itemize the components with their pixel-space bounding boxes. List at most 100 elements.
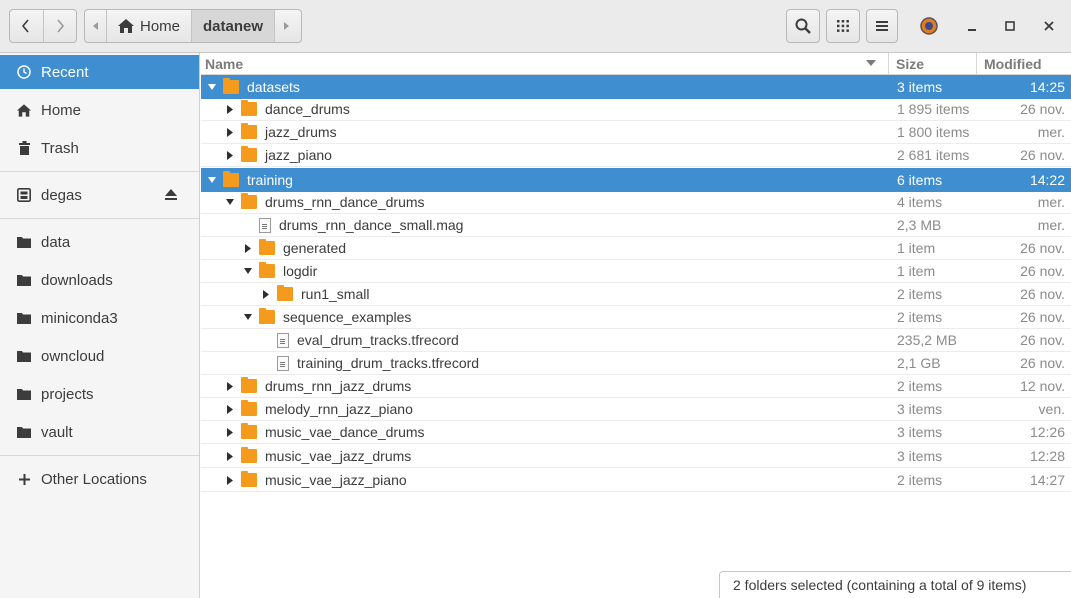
folder-row[interactable]: melody_rnn_jazz_piano 3 items ven. xyxy=(201,398,1071,421)
expand-arrow-icon[interactable] xyxy=(225,475,235,485)
maximize-icon xyxy=(1005,21,1015,31)
drive-icon xyxy=(17,188,31,202)
sidebar-item-data[interactable]: data xyxy=(0,225,199,259)
row-name-label: music_vae_jazz_drums xyxy=(265,448,412,464)
folder-row[interactable]: music_vae_dance_drums 3 items 12:26 xyxy=(201,421,1071,444)
sidebar-item-degas[interactable]: degas xyxy=(0,178,199,212)
eject-icon[interactable] xyxy=(165,187,177,204)
folder-row[interactable]: jazz_piano 2 681 items 26 nov. xyxy=(201,144,1071,167)
expand-arrow-icon[interactable] xyxy=(243,243,253,253)
maximize-button[interactable] xyxy=(998,14,1022,38)
view-grid-button[interactable] xyxy=(826,9,860,43)
sidebar-item-owncloud[interactable]: owncloud xyxy=(0,339,199,373)
row-name-label: run1_small xyxy=(301,286,370,302)
row-modified-cell: 26 nov. xyxy=(1020,286,1065,302)
folder-row[interactable]: music_vae_jazz_drums 3 items 12:28 xyxy=(201,445,1071,468)
folder-row[interactable]: logdir 1 item 26 nov. xyxy=(201,260,1071,283)
folder-icon xyxy=(223,77,239,94)
sidebar-item-home[interactable]: Home xyxy=(0,93,199,127)
sidebar-item-recent[interactable]: Recent xyxy=(0,55,199,89)
collapse-arrow-icon[interactable] xyxy=(243,314,253,320)
breadcrumb-datanew[interactable]: datanew xyxy=(191,10,275,42)
app-icon-button[interactable] xyxy=(917,14,941,38)
row-name-label: drums_rnn_jazz_drums xyxy=(265,378,412,394)
file-row[interactable]: training_drum_tracks.tfrecord 2,1 GB 26 no… xyxy=(201,352,1071,375)
path-scroll-right-button[interactable] xyxy=(274,10,296,42)
expand-arrow-icon[interactable] xyxy=(225,451,235,461)
minimize-button[interactable] xyxy=(960,14,984,38)
column-header: Name Size Modified xyxy=(201,53,1071,75)
row-size-cell: 3 items xyxy=(897,448,943,464)
forward-button[interactable] xyxy=(42,10,76,42)
collapse-arrow-icon[interactable] xyxy=(207,83,217,90)
plus-icon xyxy=(17,473,31,485)
expand-arrow-icon[interactable] xyxy=(225,150,235,160)
folder-icon xyxy=(241,193,257,209)
expand-arrow-icon[interactable] xyxy=(225,427,235,437)
row-name-cell: jazz_piano xyxy=(225,146,332,163)
folder-row[interactable]: drums_rnn_dance_drums 4 items mer. xyxy=(201,191,1071,214)
close-button[interactable] xyxy=(1037,14,1061,38)
file-row[interactable]: drums_rnn_dance_small.mag 2,3 MB mer. xyxy=(201,214,1071,237)
breadcrumb-home[interactable]: Home xyxy=(107,10,191,42)
sidebar-item-projects[interactable]: projects xyxy=(0,377,199,411)
breadcrumb-home-label: Home xyxy=(140,17,181,35)
row-modified-cell: 26 nov. xyxy=(1020,332,1065,348)
row-name-cell: music_vae_dance_drums xyxy=(225,423,425,440)
clock-icon xyxy=(17,65,31,79)
sidebar: Recent Home Trash degas data downloads m… xyxy=(0,53,200,598)
app-logo-icon xyxy=(920,17,938,35)
sidebar-item-miniconda3[interactable]: miniconda3 xyxy=(0,301,199,335)
sidebar-item-trash[interactable]: Trash xyxy=(0,131,199,165)
file-row[interactable]: eval_drum_tracks.tfrecord 235,2 MB 26 nov. xyxy=(201,329,1071,352)
row-name-cell: eval_drum_tracks.tfrecord xyxy=(261,332,459,348)
sidebar-item-other-locations[interactable]: Other Locations xyxy=(0,462,199,496)
back-button[interactable] xyxy=(10,10,43,42)
row-name-cell: run1_small xyxy=(261,285,370,302)
row-name-label: jazz_piano xyxy=(265,147,332,163)
collapse-arrow-icon[interactable] xyxy=(225,199,235,205)
folder-row[interactable]: training 6 items 14:22 xyxy=(201,168,1071,192)
sidebar-item-vault[interactable]: vault xyxy=(0,415,199,449)
folder-row[interactable]: sequence_examples 2 items 26 nov. xyxy=(201,306,1071,329)
sidebar-item-downloads[interactable]: downloads xyxy=(0,263,199,297)
expand-arrow-icon[interactable] xyxy=(225,104,235,114)
row-modified-cell: 14:25 xyxy=(1029,78,1065,95)
collapse-arrow-icon[interactable] xyxy=(207,176,217,183)
row-name-cell: music_vae_jazz_drums xyxy=(225,447,412,464)
column-header-name[interactable]: Name xyxy=(201,53,889,74)
column-header-modified[interactable]: Modified xyxy=(977,53,1071,74)
folder-row[interactable]: generated 1 item 26 nov. xyxy=(201,237,1071,260)
row-modified-cell: 26 nov. xyxy=(1020,263,1065,279)
expand-arrow-icon[interactable] xyxy=(261,289,271,299)
folder-icon xyxy=(241,100,257,116)
path-scroll-left-button[interactable] xyxy=(85,10,107,42)
folder-row[interactable]: jazz_drums 1 800 items mer. xyxy=(201,121,1071,144)
row-modified-cell: 12 nov. xyxy=(1020,378,1065,394)
row-modified-cell: 26 nov. xyxy=(1020,309,1065,325)
folder-row[interactable]: drums_rnn_jazz_drums 2 items 12 nov. xyxy=(201,375,1071,398)
expand-arrow-icon[interactable] xyxy=(225,127,235,137)
folder-row[interactable]: run1_small 2 items 26 nov. xyxy=(201,283,1071,306)
row-size-cell: 2,3 MB xyxy=(897,217,942,233)
sidebar-item-label: degas xyxy=(41,186,82,204)
row-modified-cell: 26 nov. xyxy=(1020,240,1065,256)
folder-row[interactable]: music_vae_jazz_piano 2 items 14:27 xyxy=(201,469,1071,492)
folder-row[interactable]: datasets 3 items 14:25 xyxy=(201,75,1071,99)
navigation-buttons xyxy=(9,9,77,43)
expand-arrow-icon[interactable] xyxy=(225,404,235,414)
search-button[interactable] xyxy=(786,9,820,43)
home-icon xyxy=(17,103,31,117)
sidebar-divider xyxy=(0,171,199,172)
sidebar-divider xyxy=(0,218,199,219)
row-name-cell: datasets xyxy=(207,77,300,95)
folder-row[interactable]: dance_drums 1 895 items 26 nov. xyxy=(201,98,1071,121)
row-size-cell: 6 items xyxy=(897,171,943,188)
row-name-label: music_vae_dance_drums xyxy=(265,424,425,440)
folder-icon xyxy=(17,274,31,286)
column-header-size[interactable]: Size xyxy=(889,53,977,74)
menu-button[interactable] xyxy=(866,9,898,43)
collapse-arrow-icon[interactable] xyxy=(243,268,253,274)
expand-arrow-icon[interactable] xyxy=(225,381,235,391)
folder-icon xyxy=(241,123,257,139)
